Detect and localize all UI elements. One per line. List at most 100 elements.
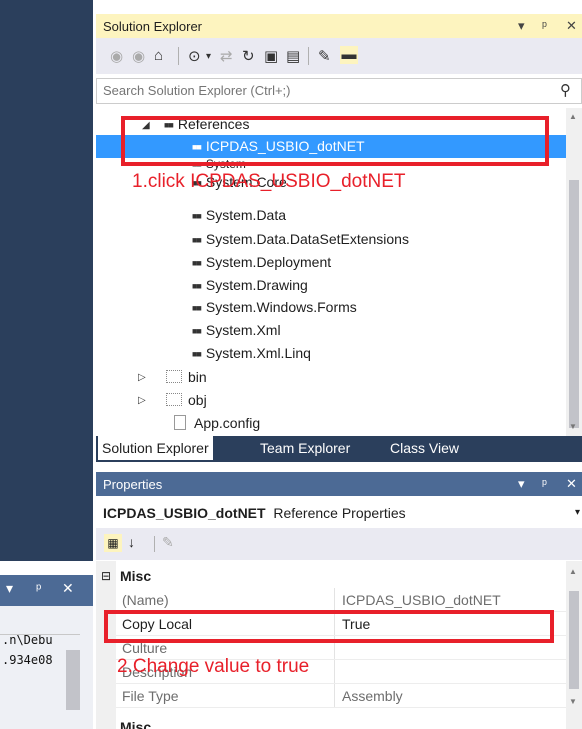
- tree-scrollbar[interactable]: ▲ ▼: [566, 108, 582, 436]
- assembly-icon: ■■: [192, 303, 202, 313]
- object-type: Reference Properties: [273, 505, 406, 521]
- refresh-icon[interactable]: ↻: [242, 47, 255, 65]
- object-name: ICPDAS_USBIO_dotNET: [103, 505, 266, 521]
- tree-item-reference[interactable]: ■■ System.Data.DataSetExtensions: [192, 228, 409, 251]
- pin-icon[interactable]: ᵖ: [542, 476, 547, 491]
- collapse-icon[interactable]: ⊟: [101, 564, 111, 588]
- close-icon[interactable]: ✕: [566, 476, 577, 492]
- close-icon[interactable]: ✕: [566, 18, 577, 34]
- left-panel-header: ▾ ᵖ ✕: [0, 575, 93, 606]
- tab-class-view[interactable]: Class View: [386, 436, 463, 460]
- tab-solution-explorer[interactable]: Solution Explorer: [98, 436, 213, 460]
- output-line: .934e08: [2, 653, 53, 667]
- back-icon[interactable]: ◉: [110, 47, 123, 65]
- sync-icon[interactable]: ⇄: [220, 47, 233, 65]
- output-line: .n\Debu: [2, 633, 53, 647]
- tree-item-label: System.Windows.Forms: [205, 299, 357, 315]
- forward-icon[interactable]: ◉: [132, 47, 145, 65]
- tree-item-reference[interactable]: ■■ System.Deployment: [192, 251, 331, 274]
- assembly-icon: ■■: [192, 235, 202, 245]
- collapse-all-icon[interactable]: ▣: [264, 47, 278, 65]
- category-misc-2[interactable]: Misc: [96, 715, 566, 729]
- tree-item-folder-bin[interactable]: bin: [166, 366, 207, 389]
- tree-item-label: System.Data.DataSetExtensions: [205, 231, 409, 247]
- properties-object-selector[interactable]: ICPDAS_USBIO_dotNET Reference Properties…: [96, 500, 582, 526]
- highlight-box-step2: [104, 610, 554, 643]
- close-icon[interactable]: ✕: [62, 580, 74, 597]
- divider: [334, 588, 335, 612]
- divider: [0, 634, 80, 635]
- collapsed-arrow-icon[interactable]: ▷: [138, 372, 146, 383]
- scroll-down-icon[interactable]: ▼: [569, 697, 577, 706]
- tree-item-label: System.Data: [205, 207, 287, 223]
- property-row-file-type[interactable]: File Type Assembly: [96, 684, 566, 708]
- tree-item-reference[interactable]: ■■ System.Data: [192, 204, 286, 227]
- annotation-step2: 2.Change value to true: [117, 656, 310, 677]
- pin-icon[interactable]: ᵖ: [36, 580, 41, 596]
- collapsed-arrow-icon[interactable]: ▷: [138, 395, 146, 406]
- assembly-icon: ■■: [192, 281, 202, 291]
- tree-item-label: System.Xml: [205, 322, 281, 338]
- tree-item-app-config[interactable]: App.config: [174, 412, 260, 435]
- highlight-box-step1: [121, 116, 549, 166]
- properties-wrench-icon[interactable]: ✎: [318, 47, 331, 65]
- tree-item-label: System.Deployment: [205, 254, 332, 270]
- assembly-icon: ■■: [192, 326, 202, 336]
- scroll-up-icon[interactable]: ▲: [569, 567, 577, 576]
- show-all-files-icon[interactable]: ▤: [286, 47, 300, 65]
- toolbar-separator: [178, 47, 179, 65]
- solution-explorer-search[interactable]: ⚲: [96, 78, 582, 104]
- search-input[interactable]: [101, 82, 545, 99]
- scrollbar-thumb[interactable]: [569, 591, 579, 689]
- home-icon[interactable]: ⌂: [154, 47, 163, 64]
- properties-titlebar: Properties ▾ ᵖ ✕: [96, 472, 582, 496]
- scrollbar-thumb[interactable]: [569, 180, 579, 428]
- annotation-step1: 1.click ICPDAS_USBIO_dotNET: [132, 171, 406, 192]
- categorized-icon[interactable]: ▦: [104, 534, 122, 552]
- divider: [334, 684, 335, 708]
- assembly-icon: ■■: [192, 211, 202, 221]
- scroll-down-icon[interactable]: ▼: [569, 422, 577, 431]
- tree-item-label: obj: [188, 392, 207, 408]
- alphabetical-icon[interactable]: ↓: [128, 534, 135, 550]
- dropdown-icon[interactable]: ▾: [518, 18, 525, 34]
- dropdown-icon[interactable]: ▾: [518, 476, 525, 492]
- scrollbar-thumb[interactable]: [66, 650, 80, 710]
- solution-explorer-titlebar: Solution Explorer ▾ ᵖ ✕: [96, 14, 582, 38]
- tab-team-explorer[interactable]: Team Explorer: [256, 436, 354, 460]
- property-row-name[interactable]: (Name) ICPDAS_USBIO_dotNET: [96, 588, 566, 612]
- properties-scrollbar[interactable]: ▲ ▼: [566, 561, 582, 729]
- pin-icon[interactable]: ᵖ: [542, 18, 547, 33]
- search-icon[interactable]: ⚲: [560, 81, 571, 99]
- left-background: [0, 0, 93, 561]
- property-name: File Type: [122, 688, 179, 704]
- divider: [116, 707, 566, 708]
- category-label: Misc: [120, 719, 152, 729]
- properties-title: Properties: [103, 477, 163, 492]
- pending-changes-icon[interactable]: ⊙: [188, 47, 201, 65]
- divider: [334, 660, 335, 684]
- chevron-down-icon[interactable]: ▾: [575, 507, 580, 518]
- property-grid: ⊟ Misc (Name) ICPDAS_USBIO_dotNET Copy L…: [96, 561, 566, 729]
- chevron-down-icon[interactable]: ▾: [206, 51, 211, 62]
- dropdown-icon[interactable]: ▾: [6, 580, 13, 597]
- tree-item-folder-obj[interactable]: obj: [166, 389, 207, 412]
- tree-item-reference[interactable]: ■■ System.Windows.Forms: [192, 296, 357, 319]
- solution-explorer-title: Solution Explorer: [103, 19, 202, 34]
- scroll-up-icon[interactable]: ▲: [569, 112, 577, 121]
- folder-icon: [166, 393, 182, 406]
- assembly-icon: ■■: [192, 349, 202, 359]
- tree-item-reference[interactable]: ■■ System.Xml: [192, 319, 281, 342]
- folder-icon: [166, 370, 182, 383]
- explorer-tab-strip: Solution Explorer Team Explorer Class Vi…: [96, 436, 582, 462]
- config-file-icon: [174, 415, 186, 430]
- tree-item-label: System.Drawing: [205, 277, 308, 293]
- preview-selected-icon[interactable]: ▬: [340, 46, 358, 64]
- property-pages-icon[interactable]: ✎: [162, 534, 174, 551]
- assembly-icon: ■■: [192, 258, 202, 268]
- tree-item-reference[interactable]: ■■ System.Drawing: [192, 274, 308, 297]
- category-misc[interactable]: ⊟ Misc: [96, 564, 566, 588]
- toolbar-separator: [308, 47, 309, 65]
- category-label: Misc: [120, 568, 152, 584]
- tree-item-reference[interactable]: ■■ System.Xml.Linq: [192, 342, 311, 365]
